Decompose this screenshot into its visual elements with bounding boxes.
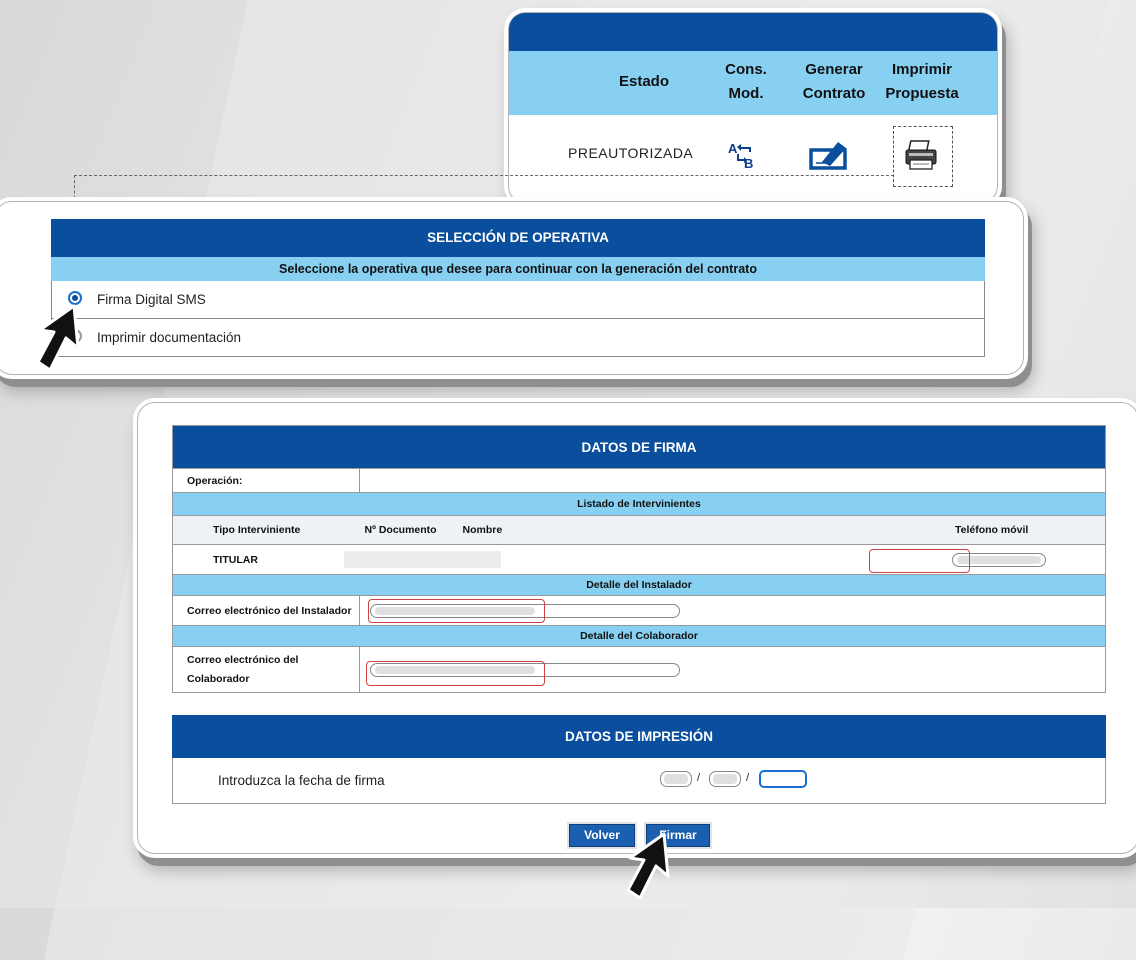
fecha-row: Introduzca la fecha de firma / / (172, 758, 1106, 804)
col-tipo: Tipo Interviniente (172, 515, 360, 545)
sign-contract-icon[interactable] (808, 138, 852, 172)
col-cons-mod: Cons. Mod. (725, 61, 767, 102)
fecha-separator: / (746, 772, 750, 784)
option-imprimir[interactable]: Imprimir documentación (51, 319, 985, 357)
instalador-title: Detalle del Instalador (172, 574, 1106, 596)
fecha-label: Introduzca la fecha de firma (218, 773, 385, 788)
option-firma-digital[interactable]: Firma Digital SMS (51, 281, 985, 319)
col-imprimir-propuesta: Imprimir Propuesta (885, 61, 959, 102)
colaborador-title: Detalle del Colaborador (172, 625, 1106, 647)
seleccion-title: SELECCIÓN DE OPERATIVA (51, 219, 985, 257)
fecha-separator: / (697, 772, 701, 784)
estado-value: PREAUTORIZADA (568, 145, 694, 161)
colaborador-highlight (366, 661, 545, 686)
ab-swap-icon[interactable]: A B (726, 140, 764, 170)
operacion-value (359, 468, 1106, 493)
col-nombre: Nombre (444, 515, 925, 545)
printer-icon[interactable] (904, 140, 940, 172)
option-label: Firma Digital SMS (97, 292, 206, 307)
svg-text:B: B (744, 156, 753, 170)
datos-firma-title: DATOS DE FIRMA (172, 425, 1106, 469)
operacion-label: Operación: (172, 468, 360, 493)
listado-title: Listado de Intervinientes (172, 492, 1106, 516)
seleccion-table: SELECCIÓN DE OPERATIVA Seleccione la ope… (51, 219, 985, 357)
printer-highlight (893, 126, 953, 187)
titular-data (343, 544, 925, 575)
telefono-highlight (869, 549, 970, 573)
datos-impresion-section: DATOS DE IMPRESIÓN Introduzca la fecha d… (172, 715, 1106, 804)
fecha-dia-input[interactable] (660, 771, 692, 787)
cursor-arrow-icon (36, 304, 80, 372)
datos-impresion-title: DATOS DE IMPRESIÓN (172, 715, 1106, 758)
col-documento: Nº Documento (359, 515, 445, 545)
fecha-mes-input[interactable] (709, 771, 741, 787)
instalador-label: Correo electrónico del Instalador (172, 595, 360, 626)
fecha-anio-input[interactable] (759, 770, 807, 788)
seleccion-subtitle: Seleccione la operativa que desee para c… (51, 257, 985, 281)
col-estado: Estado (618, 73, 669, 90)
option-label: Imprimir documentación (97, 330, 242, 345)
col-telefono: Teléfono móvil (925, 515, 1106, 545)
instalador-highlight (368, 599, 545, 623)
svg-text:A: A (728, 141, 738, 156)
col-generar-contrato: Generar Contrato (802, 61, 866, 102)
dashed-connector (74, 175, 894, 176)
cursor-arrow-icon (626, 832, 670, 900)
status-header-bar (509, 13, 997, 51)
colaborador-label: Correo electrónico del Colaborador (172, 646, 360, 693)
titular-label: TITULAR (172, 544, 360, 575)
